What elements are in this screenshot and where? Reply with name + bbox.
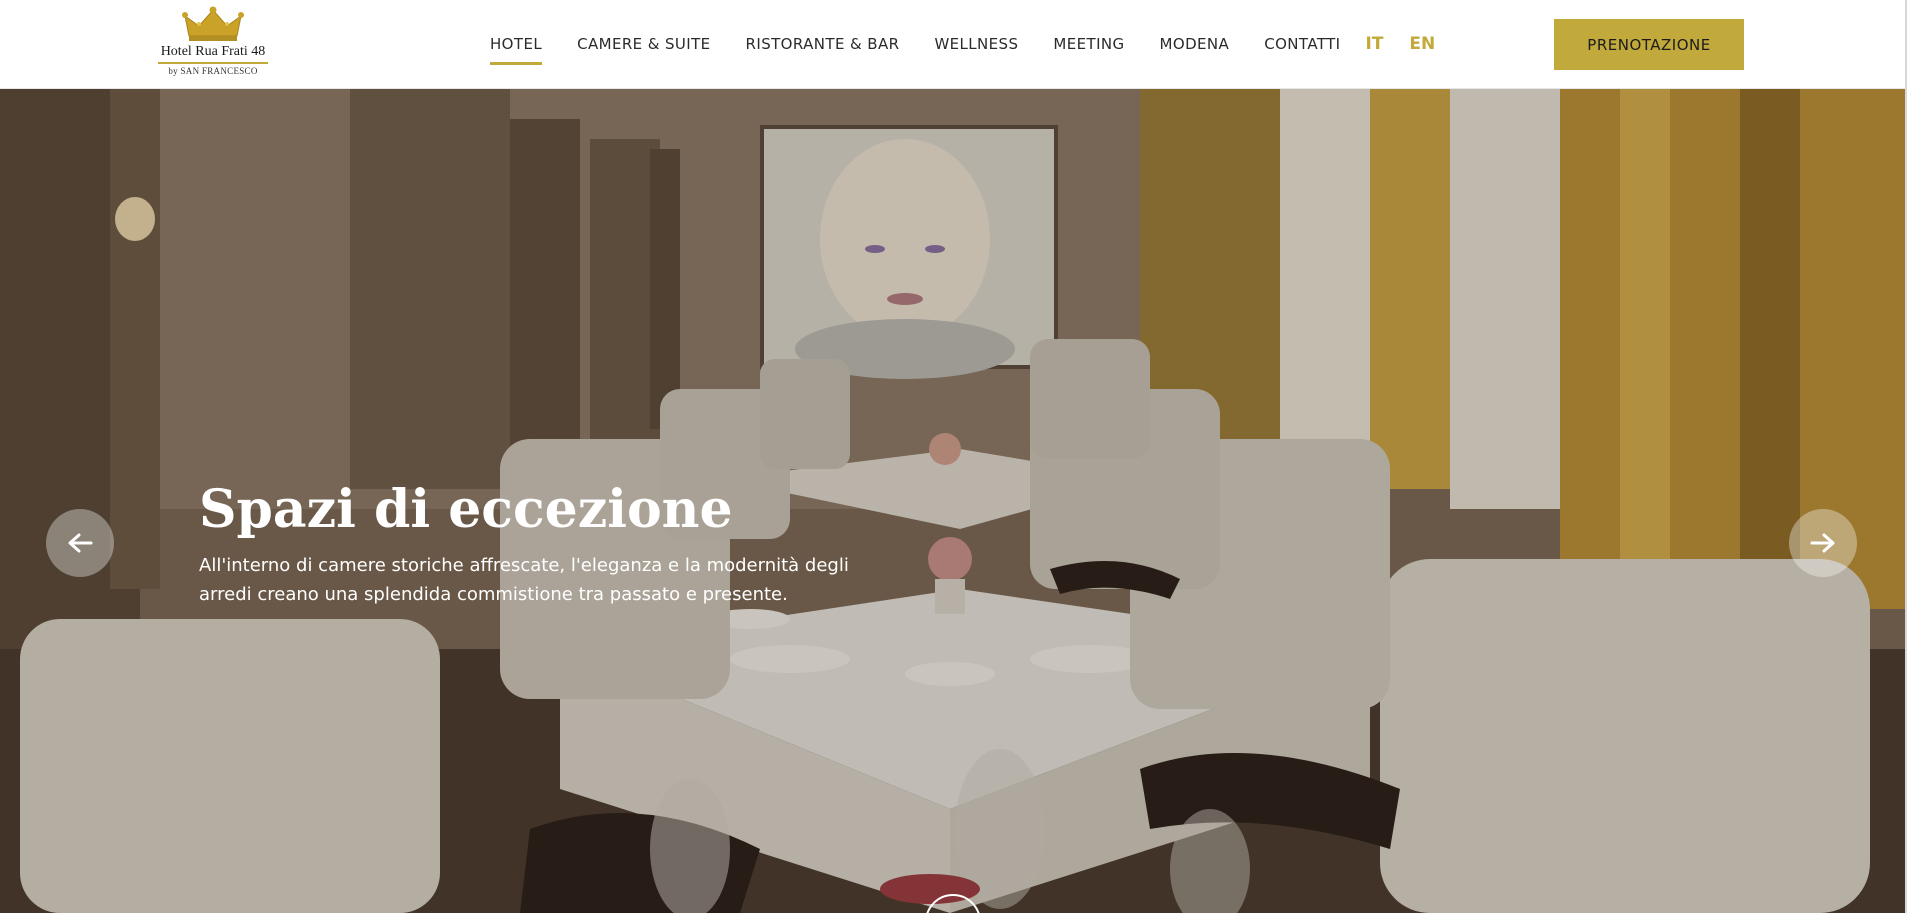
arrow-left-icon [68,533,93,553]
hero-description: All'interno di camere storiche affrescat… [199,555,849,605]
hotel-logo[interactable]: Hotel Rua Frati 48 by SAN FRANCESCO [158,6,268,82]
logo-subtitle: by SAN FRANCESCO [168,66,258,76]
slider-next-button[interactable] [1789,509,1857,577]
nav-item-ristorante-bar[interactable]: RISTORANTE & BAR [746,35,900,53]
nav-item-contatti[interactable]: CONTATTI [1264,35,1340,53]
logo-divider [158,62,268,64]
logo-name: Hotel Rua Frati 48 [160,44,266,59]
hero-title: Spazi di eccezione [199,479,733,540]
nav-item-camere-suite[interactable]: CAMERE & SUITE [577,35,710,53]
nav-item-modena[interactable]: MODENA [1160,35,1230,53]
booking-button[interactable]: PRENOTAZIONE [1554,19,1744,70]
arrow-right-icon [1810,533,1835,553]
nav-item-wellness[interactable]: WELLNESS [934,35,1018,53]
nav-item-hotel[interactable]: HOTEL [490,35,543,65]
language-en[interactable]: EN [1409,34,1435,54]
site-header: Hotel Rua Frati 48 by SAN FRANCESCO HOTE… [0,0,1907,89]
nav-item-meeting[interactable]: MEETING [1053,35,1124,53]
main-nav: HOTEL CAMERE & SUITE RISTORANTE & BAR WE… [490,0,1461,88]
language-it[interactable]: IT [1366,34,1384,54]
crown-icon [182,6,244,41]
slider-prev-button[interactable] [46,509,114,577]
hero-slider: Spazi di eccezione All'interno di camere… [0,89,1905,913]
